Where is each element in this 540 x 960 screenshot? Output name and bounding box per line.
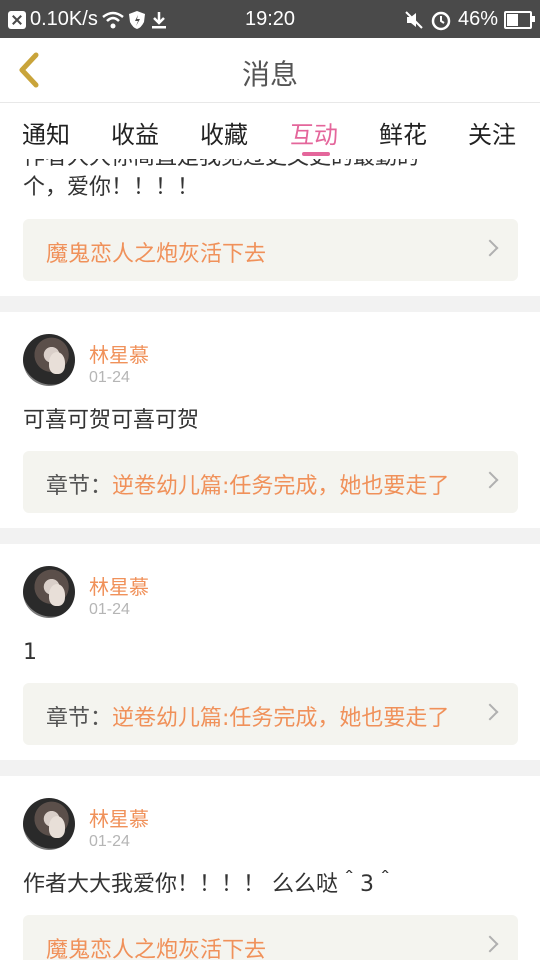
reference-link[interactable]: 魔鬼恋人之炮灰活下去 bbox=[23, 915, 518, 960]
message-list: 作者大大你简直是我见过更文更的最勤的 个，爱你！！！！ 魔鬼恋人之炮灰活下去 林… bbox=[0, 159, 540, 960]
user-name[interactable]: 林星慕 bbox=[89, 339, 149, 368]
reference-link[interactable]: 魔鬼恋人之炮灰活下去 bbox=[23, 219, 518, 281]
tab-notifications[interactable]: 通知 bbox=[22, 115, 70, 150]
avatar[interactable] bbox=[23, 566, 75, 618]
header: 消息 bbox=[0, 38, 540, 102]
tab-following[interactable]: 关注 bbox=[468, 115, 516, 150]
chapter-link[interactable]: 逆卷幼儿篇:任务完成，她也要走了 bbox=[112, 474, 449, 499]
chapter-prefix: 章节： bbox=[46, 706, 113, 731]
message-text: 1 bbox=[23, 640, 37, 665]
alarm-icon bbox=[431, 11, 451, 30]
page-title: 消息 bbox=[241, 58, 298, 91]
user-name[interactable]: 林星慕 bbox=[89, 803, 149, 832]
status-bar: 0.10K/s 19:20 46% bbox=[0, 0, 540, 38]
list-item: 林星慕 01-24 可喜可贺可喜可贺 章节：逆卷幼儿篇:任务完成，她也要走了 bbox=[0, 312, 540, 528]
avatar[interactable] bbox=[23, 798, 75, 850]
book-link[interactable]: 魔鬼恋人之炮灰活下去 bbox=[46, 242, 266, 267]
chapter-prefix: 章节： bbox=[46, 474, 113, 499]
tab-flowers[interactable]: 鲜花 bbox=[379, 115, 427, 150]
message-text: 作者大大你简直是我见过更文更的最勤的 个，爱你！！！！ bbox=[23, 159, 419, 200]
chapter-link[interactable]: 逆卷幼儿篇:任务完成，她也要走了 bbox=[112, 706, 449, 731]
book-link[interactable]: 魔鬼恋人之炮灰活下去 bbox=[46, 938, 266, 960]
avatar[interactable] bbox=[23, 334, 75, 386]
reference-link[interactable]: 章节：逆卷幼儿篇:任务完成，她也要走了 bbox=[23, 451, 518, 513]
comment-date: 01-24 bbox=[89, 369, 130, 386]
tab-bar: 通知 收益 收藏 互动 鲜花 关注 bbox=[0, 102, 540, 159]
tab-earnings[interactable]: 收益 bbox=[111, 115, 159, 150]
battery-icon bbox=[504, 10, 535, 29]
comment-date: 01-24 bbox=[89, 601, 130, 618]
active-tab-indicator bbox=[302, 152, 330, 156]
message-text: 可喜可贺可喜可贺 bbox=[23, 408, 200, 433]
comment-date: 01-24 bbox=[89, 833, 130, 850]
tab-interactions[interactable]: 互动 bbox=[290, 115, 338, 150]
reference-link[interactable]: 章节：逆卷幼儿篇:任务完成，她也要走了 bbox=[23, 683, 518, 745]
message-text: 作者大大我爱你！！！！ 么么哒＾3＾ bbox=[23, 872, 396, 897]
mute-icon bbox=[405, 10, 423, 29]
list-item: 林星慕 01-24 1 章节：逆卷幼儿篇:任务完成，她也要走了 bbox=[0, 544, 540, 760]
battery-percent: 46% bbox=[457, 8, 498, 30]
user-name[interactable]: 林星慕 bbox=[89, 571, 149, 600]
list-item: 作者大大你简直是我见过更文更的最勤的 个，爱你！！！！ 魔鬼恋人之炮灰活下去 bbox=[0, 159, 540, 296]
tab-favorites[interactable]: 收藏 bbox=[200, 115, 248, 150]
list-item: 林星慕 01-24 作者大大我爱你！！！！ 么么哒＾3＾ 魔鬼恋人之炮灰活下去 bbox=[0, 776, 540, 960]
